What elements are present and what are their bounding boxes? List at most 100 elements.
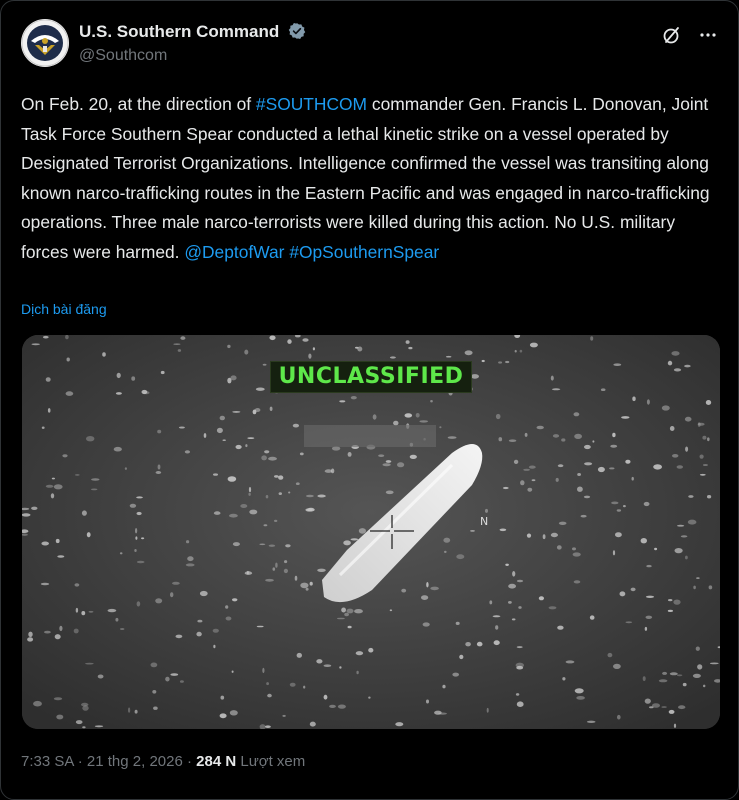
thermal-speckle [516, 665, 524, 670]
thermal-speckle [262, 363, 267, 366]
thermal-speckle [53, 697, 63, 701]
thermal-speckle [136, 511, 142, 516]
thermal-speckle [662, 671, 668, 675]
thermal-speckle [170, 592, 174, 598]
thermal-speckle [227, 476, 237, 482]
thermal-speckle [265, 725, 271, 728]
thermal-speckle [612, 550, 616, 556]
thermal-speckle [307, 507, 315, 512]
thermal-speckle [688, 495, 694, 498]
thermal-speckle [674, 548, 683, 554]
thermal-speckle [673, 368, 682, 372]
post-text-segment: commander Gen. Francis L. Donovan, Joint… [21, 94, 710, 262]
thermal-speckle [135, 536, 138, 540]
thermal-speckle [615, 532, 622, 538]
thermal-speckle [119, 552, 123, 555]
thermal-speckle [284, 560, 288, 564]
thermal-speckle [589, 615, 595, 620]
thermal-speckle [157, 464, 161, 470]
thermal-speckle [177, 349, 182, 352]
avatar[interactable] [21, 19, 69, 67]
meta-separator: · [182, 753, 197, 770]
thermal-speckle [621, 416, 630, 419]
thermal-speckle [572, 552, 581, 557]
thermal-speckle [668, 709, 675, 714]
thermal-speckle [661, 405, 670, 411]
thermal-speckle [134, 549, 137, 552]
mention-deptofwar-link[interactable]: @DeptofWar [184, 242, 284, 262]
thermal-speckle [296, 652, 302, 658]
thermal-speckle [302, 338, 309, 342]
hashtag-southcom-link[interactable]: #SOUTHCOM [256, 94, 367, 114]
thermal-speckle [609, 467, 615, 470]
post-date[interactable]: 21 thg 2, 2026 [87, 753, 183, 770]
thermal-speckle [232, 411, 241, 413]
thermal-speckle [56, 714, 64, 720]
thermal-speckle [631, 476, 634, 481]
thermal-speckle [611, 501, 619, 505]
account-handle[interactable]: @Southcom [79, 47, 306, 65]
thermal-speckle [196, 631, 202, 637]
thermal-speckle [358, 528, 366, 534]
thermal-speckle [707, 495, 712, 499]
thermal-speckle [696, 577, 700, 579]
display-name[interactable]: U.S. Southern Command [79, 22, 279, 42]
hashtag-opsouthernspear-link[interactable]: #OpSouthernSpear [289, 242, 439, 262]
thermal-speckle [73, 628, 79, 634]
thermal-speckle [120, 628, 125, 630]
thermal-speckle [610, 444, 618, 448]
thermal-speckle [577, 473, 581, 476]
thermal-speckle [295, 482, 300, 485]
thermal-speckle [305, 587, 309, 591]
thermal-speckle [439, 426, 442, 429]
thermal-speckle [607, 652, 613, 658]
grok-icon[interactable] [662, 25, 682, 45]
thermal-speckle [274, 475, 279, 478]
post-text-segment: On Feb. 20, at the direction of [21, 94, 256, 114]
thermal-speckle [422, 622, 430, 627]
thermal-speckle [337, 704, 346, 709]
more-options-icon[interactable] [698, 25, 718, 45]
thermal-speckle [317, 494, 326, 498]
thermal-speckle [81, 510, 87, 516]
thermal-speckle [556, 545, 562, 550]
post-media[interactable]: N UNCLASSIFIED [22, 335, 720, 729]
thermal-speckle [249, 509, 258, 515]
post-time[interactable]: 7:33 SA [21, 753, 74, 770]
thermal-speckle [278, 475, 284, 480]
thermal-speckle [135, 528, 138, 534]
thermal-speckle [527, 487, 533, 492]
views-count[interactable]: 284 N [196, 753, 236, 770]
thermal-speckle [508, 439, 517, 442]
thermal-speckle [697, 422, 705, 426]
thermal-speckle [640, 538, 647, 544]
thermal-speckle [372, 414, 377, 420]
thermal-speckle [219, 713, 227, 719]
thermal-speckle [240, 504, 248, 508]
thermal-speckle [649, 706, 654, 709]
post-text: On Feb. 20, at the direction of #SOUTHCO… [21, 90, 721, 268]
thermal-speckle [669, 426, 675, 431]
thermal-speckle [613, 663, 621, 669]
translate-post-link[interactable]: Dịch bài đăng [21, 301, 107, 317]
thermal-speckle [644, 698, 651, 704]
thermal-speckle [150, 662, 158, 668]
thermal-speckle [573, 412, 580, 417]
thermal-speckle [262, 667, 265, 674]
thermal-speckle [62, 454, 68, 458]
thermal-speckle [401, 588, 407, 593]
thermal-speckle [625, 459, 631, 464]
thermal-speckle [289, 682, 296, 687]
thermal-speckle [343, 540, 351, 546]
thermal-speckle [232, 542, 240, 547]
thermal-speckle [677, 524, 685, 527]
thermal-speckle [576, 696, 585, 700]
thermal-speckle [393, 420, 399, 426]
thermal-speckle [669, 672, 678, 676]
thermal-speckle [31, 343, 40, 346]
thermal-speckle [516, 579, 524, 583]
thermal-speckle [278, 492, 282, 495]
thermal-speckle [324, 469, 333, 473]
thermal-speckle [45, 377, 51, 382]
thermal-speckle [385, 490, 394, 495]
